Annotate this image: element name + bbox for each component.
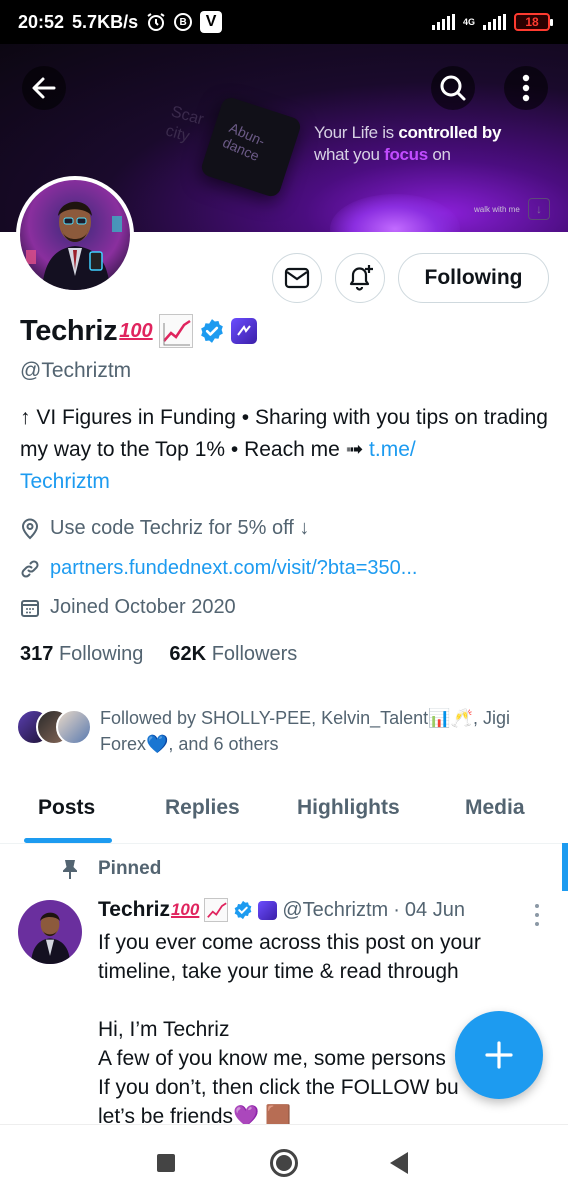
post-affiliate-badge-icon [258,900,278,920]
post-hundred-emoji: 100 [170,900,200,919]
plus-icon [485,1041,513,1069]
network-type: 4G [462,16,475,27]
back-nav-button[interactable] [390,1152,408,1174]
quote-focus: focus [384,145,428,164]
battery-icon: 18 [514,13,553,31]
quote-part1: Your Life is [314,123,399,142]
alarm-icon [147,13,165,31]
followers-count: 62K [169,643,207,665]
more-vertical-icon [522,74,530,102]
following-count-link[interactable]: 317 Following [20,643,143,666]
active-tab-indicator [24,838,112,843]
notify-button[interactable] [335,253,385,303]
signal-icon [431,14,455,30]
pin-icon [63,860,77,879]
hundred-emoji: 100 [119,319,153,342]
search-icon [440,75,466,101]
profile-location: Use code Techriz for 5% off ↓ [20,517,309,540]
following-label: Following [58,643,144,665]
followed-by-row[interactable]: Followed by SHOLLY-PEE, Kelvin_Talent📊🥂,… [16,705,550,757]
tab-highlights[interactable]: Highlights [297,796,400,820]
follower-avatar-3 [56,709,92,745]
follow-counts: 317 Following 62K Followers [20,643,297,666]
profile-joined: Joined October 2020 [20,596,236,619]
profile-avatar[interactable] [16,176,134,294]
post-author-name[interactable]: Techriz [98,898,170,922]
post-avatar-image [18,900,82,964]
compose-button[interactable] [455,1011,543,1099]
followers-count-link[interactable]: 62K Followers [169,643,297,666]
arrow-left-icon [32,77,56,99]
pinned-label: Pinned [98,858,162,879]
status-time: 20:52 [18,11,65,32]
bio-text: ↑ VI Figures in Funding • Sharing with y… [20,406,548,461]
recents-button[interactable] [157,1154,175,1172]
quote-bold: controlled by [398,123,502,142]
calendar-icon [21,599,39,617]
location-text: Use code Techriz for 5% off ↓ [50,517,310,539]
network-speed: 5.7KB/s [72,11,139,32]
banner-glow [330,194,460,232]
quote-part3: on [427,145,451,164]
post-avatar[interactable] [18,900,82,964]
post-chart-emoji [204,898,229,922]
post-date[interactable]: 04 Jun [405,899,465,922]
message-button[interactable] [272,253,322,303]
search-button[interactable] [431,66,475,110]
bell-plus-icon [349,265,373,291]
followed-by-text: Followed by SHOLLY-PEE, Kelvin_Talent📊🥂,… [100,708,511,754]
post-header: Techriz 100 @Techriztm · 04 Jun [98,898,465,922]
banner-faint-text: Scar city [163,103,206,146]
banner-arrow-box: ↓ [528,198,550,220]
profile-tabs: Posts Replies Highlights Media [0,770,568,844]
follower-avatars [16,709,92,751]
v-status-icon: V [200,11,223,33]
avatar-image [20,180,130,290]
verified-badge-icon[interactable] [199,318,225,344]
tab-media[interactable]: Media [465,796,525,820]
following-button[interactable]: Following [398,253,549,303]
banner-tile-text: Abun- dance [220,119,268,165]
profile-handle: @Techriztm [20,359,132,382]
followers-label: Followers [211,643,298,665]
status-bar: 20:52 5.7KB/s B V 4G 18 [0,0,568,44]
website-link[interactable]: partners.fundednext.com/visit/?bta=350..… [50,557,417,580]
system-nav-bar [0,1124,568,1200]
post-separator: · [393,898,400,921]
tab-posts[interactable]: Posts [38,796,95,820]
home-button[interactable] [270,1149,298,1177]
banner-quote: Your Life is controlled by what you focu… [314,122,534,166]
joined-text: Joined October 2020 [50,596,236,618]
profile-bio: ↑ VI Figures in Funding • Sharing with y… [20,402,550,498]
post-more-button[interactable] [532,904,542,926]
banner-small-text: walk with me [474,205,520,214]
more-button[interactable] [504,66,548,110]
affiliate-badge-icon[interactable] [230,318,257,344]
post-author-handle[interactable]: @Techriztm [282,899,388,922]
quote-part2: what you [314,145,385,164]
post-verified-badge-icon [235,900,252,920]
tab-replies[interactable]: Replies [165,796,240,820]
profile-name: Techriz [20,314,118,347]
scrollbar[interactable] [562,843,568,891]
following-count: 317 [20,643,54,665]
link-icon [21,559,39,578]
pinned-label-row: Pinned [60,858,161,880]
profile-name-row: Techriz 100 [20,314,257,348]
banner-tile: Abun- dance [199,95,303,199]
back-button[interactable] [22,66,66,110]
b-status-icon: B [174,13,193,31]
signal-2-icon [483,14,506,30]
chart-increasing-emoji [158,314,193,348]
location-pin-icon [21,518,39,539]
profile-website[interactable]: partners.fundednext.com/visit/?bta=350..… [20,557,417,580]
envelope-icon [284,267,310,289]
